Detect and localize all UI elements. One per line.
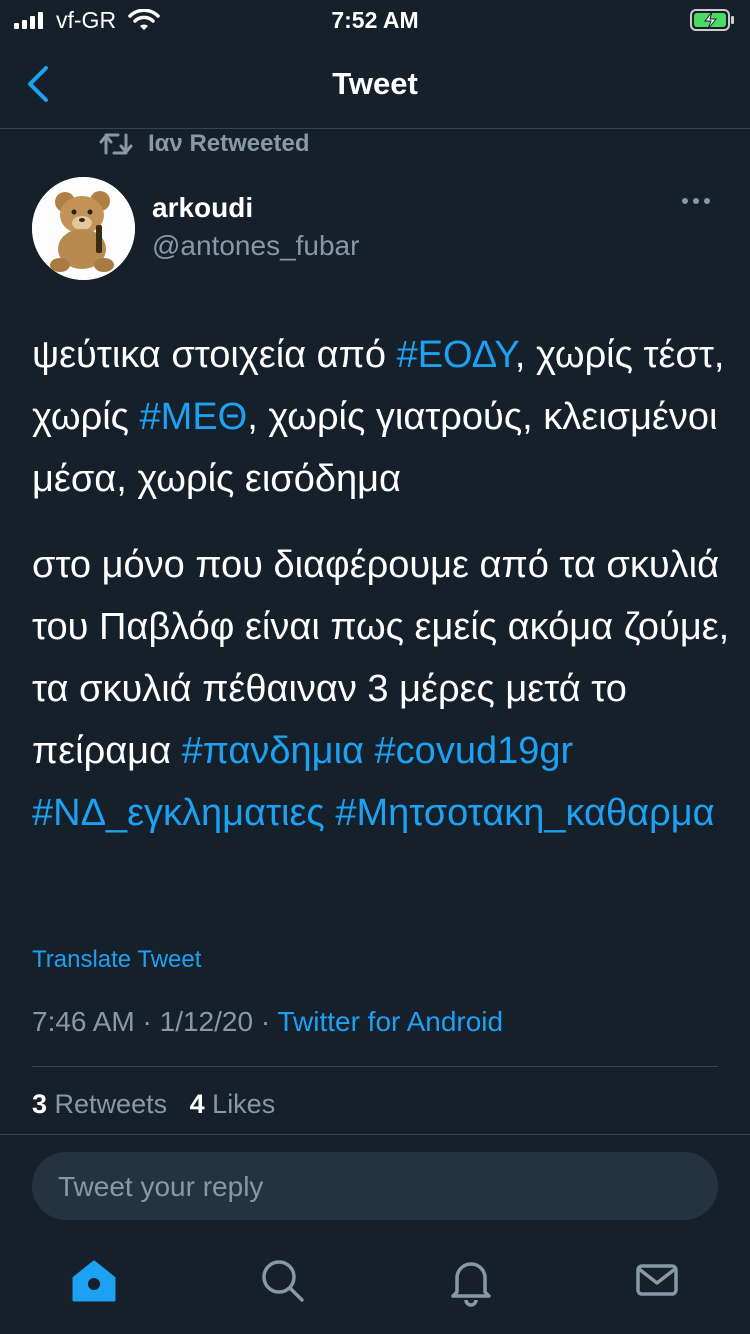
reply-input[interactable]: Tweet your reply [32, 1152, 718, 1220]
nav-bar: Tweet [0, 40, 750, 129]
status-time: 7:52 AM [331, 7, 419, 33]
retweet-icon [99, 133, 133, 155]
home-icon[interactable] [66, 1252, 122, 1308]
author-handle[interactable]: @antones_fubar [152, 230, 359, 262]
more-options-icon[interactable] [682, 198, 710, 204]
tweet-text-segment: ψεύτικα στοιχεία από [32, 334, 397, 376]
hashtag-link[interactable]: #covud19gr [375, 730, 574, 772]
hashtag-link[interactable]: #Μητσοτακη_καθαρμα [335, 792, 714, 834]
reply-placeholder: Tweet your reply [58, 1171, 264, 1202]
tweet-source-link[interactable]: Twitter for Android [277, 1006, 503, 1037]
hashtag-link[interactable]: #ΝΔ_εγκληματιες [32, 792, 325, 834]
retweeted-by[interactable]: Ιαν Retweeted [98, 128, 309, 160]
tweet-text-segment [364, 730, 375, 772]
hashtag-link[interactable]: #πανδημια [182, 730, 364, 772]
teddy-bear-avatar-image [32, 177, 135, 280]
tweet-text: ψεύτικα στοιχεία από #ΕΟΔΥ, χωρίς τέστ, … [32, 324, 732, 844]
bell-icon[interactable] [443, 1252, 499, 1308]
tweet-meta: 7:46 AM · 1/12/20 · Twitter for Android [32, 1006, 503, 1038]
tweet-paragraph-2: στο μόνο που διαφέρουμε από τα σκυλιά το… [32, 534, 732, 844]
author-name[interactable]: arkoudi [152, 192, 253, 224]
meta-separator: · [260, 1006, 271, 1037]
retweets-label: Retweets [54, 1089, 168, 1119]
mail-icon[interactable] [629, 1252, 685, 1308]
divider [32, 1066, 718, 1067]
tweet-date: 1/12/20 [159, 1006, 254, 1037]
retweets-stat[interactable]: 3 Retweets [32, 1089, 167, 1119]
likes-label: Likes [212, 1089, 276, 1119]
hashtag-link[interactable]: #ΕΟΔΥ [397, 334, 515, 376]
tweet-stats: 3 Retweets 4 Likes [32, 1089, 275, 1120]
search-icon[interactable] [254, 1252, 310, 1308]
page-title: Tweet [332, 66, 418, 101]
battery-charging-icon [690, 9, 734, 31]
meta-separator: · [142, 1006, 152, 1037]
avatar[interactable] [32, 177, 135, 280]
translate-tweet-link[interactable]: Translate Tweet [32, 946, 201, 974]
divider [0, 1134, 750, 1135]
retweets-count: 3 [32, 1089, 48, 1119]
tweet-paragraph-1: ψεύτικα στοιχεία από #ΕΟΔΥ, χωρίς τέστ, … [32, 324, 732, 510]
hashtag-link[interactable]: #ΜΕΘ [140, 396, 248, 438]
status-bar: vf-GR 7:52 AM [0, 0, 750, 40]
tab-bar [0, 1240, 750, 1334]
tweet-time: 7:46 AM [32, 1006, 135, 1037]
likes-stat[interactable]: 4 Likes [190, 1089, 276, 1119]
likes-count: 4 [189, 1089, 205, 1119]
tweet-text-segment [325, 792, 336, 834]
retweeted-by-label: Ιαν Retweeted [148, 130, 310, 157]
